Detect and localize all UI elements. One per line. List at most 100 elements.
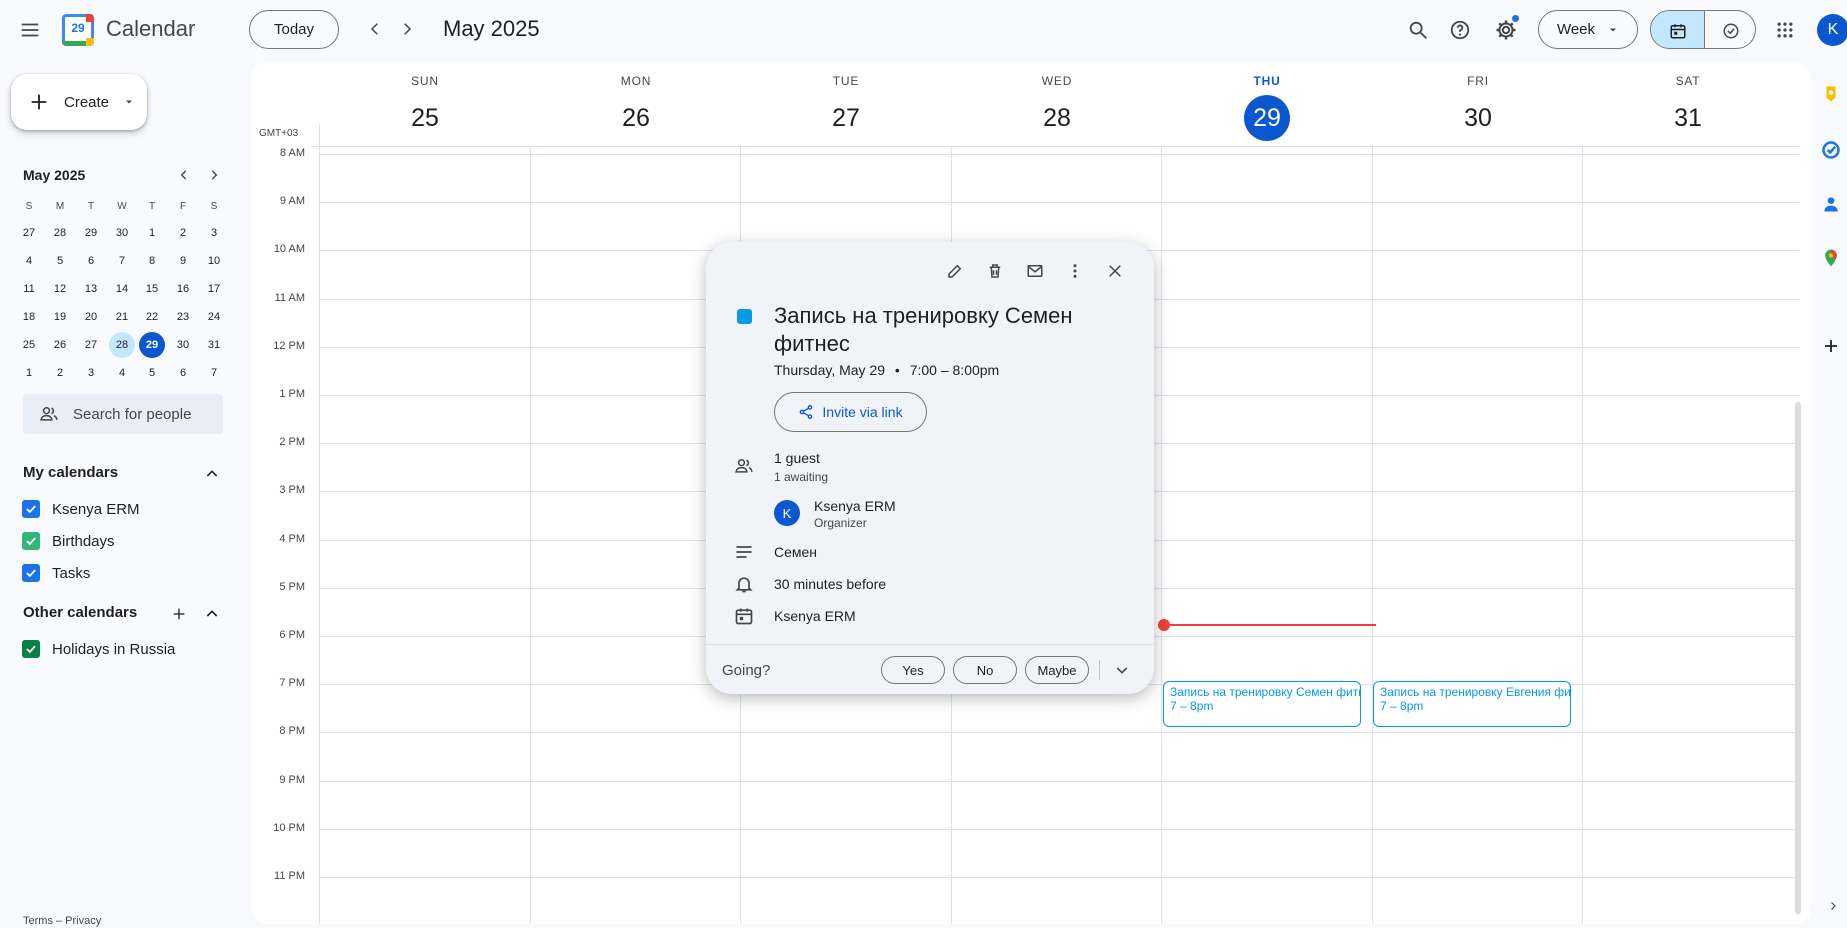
search-button[interactable] [1398,10,1438,50]
other-calendars-collapse-button[interactable] [200,602,224,626]
mini-calendar-day[interactable]: 27 [16,220,42,246]
mini-calendar-day[interactable]: 15 [139,276,165,302]
invite-via-link-button[interactable]: Invite via link [774,392,927,432]
today-button[interactable]: Today [249,10,339,49]
mini-calendar-day[interactable]: 4 [109,360,135,386]
day-number[interactable]: 25 [402,95,448,141]
next-week-button[interactable] [390,12,424,46]
calendar-list-item[interactable]: Ksenya ERM [22,495,140,523]
tasks-button[interactable] [1817,136,1845,164]
apps-launcher-button[interactable] [1765,10,1805,50]
mini-calendar-day[interactable]: 12 [47,276,73,302]
event-chip[interactable]: Запись на тренировку Семен фитнес 7 – 8p… [1163,681,1361,727]
mini-calendar-day[interactable]: 24 [201,304,227,330]
day-number[interactable]: 27 [823,95,869,141]
day-column-header[interactable]: THU 29 [1162,62,1372,146]
guest-name[interactable]: Ksenya ERM [814,498,896,514]
day-number[interactable]: 29 [1244,95,1290,141]
mini-calendar-day[interactable]: 26 [47,332,73,358]
email-guests-button[interactable] [1018,254,1052,288]
previous-week-button[interactable] [358,12,392,46]
vertical-scrollbar[interactable] [1795,402,1801,914]
day-column-header[interactable]: MON 26 [531,62,741,146]
mini-calendar-day[interactable]: 18 [16,304,42,330]
mini-calendar-day[interactable]: 22 [139,304,165,330]
keep-button[interactable] [1817,80,1845,108]
mini-calendar-day[interactable]: 30 [170,332,196,358]
my-calendars-collapse-button[interactable] [200,462,224,486]
mini-calendar-day[interactable]: 10 [201,248,227,274]
mini-calendar-day[interactable]: 23 [170,304,196,330]
calendar-checkbox[interactable] [22,564,40,582]
more-options-button[interactable] [1058,254,1092,288]
maps-button[interactable] [1817,244,1845,272]
delete-event-button[interactable] [978,254,1012,288]
settings-button[interactable] [1486,10,1526,50]
day-column-header[interactable]: SUN 25 [320,62,530,146]
terms-privacy-link[interactable]: Terms – Privacy [23,915,101,927]
help-button[interactable] [1440,10,1480,50]
mini-calendar-day[interactable]: 5 [139,360,165,386]
mini-calendar-day[interactable]: 19 [47,304,73,330]
mini-calendar-day[interactable]: 6 [170,360,196,386]
rsvp-maybe-button[interactable]: Maybe [1025,656,1089,684]
create-button[interactable]: Create [11,74,147,130]
rsvp-no-button[interactable]: No [953,656,1017,684]
hide-side-panel-button[interactable] [1823,896,1843,916]
day-column-header[interactable]: WED 28 [952,62,1162,146]
rsvp-yes-button[interactable]: Yes [881,656,945,684]
mini-calendar-day[interactable]: 28 [47,220,73,246]
mini-calendar-day[interactable]: 7 [109,248,135,274]
mini-calendar-day[interactable]: 1 [16,360,42,386]
day-column-header[interactable]: FRI 30 [1373,62,1583,146]
mini-calendar-day[interactable]: 2 [47,360,73,386]
add-other-calendar-button[interactable] [167,602,191,626]
calendar-view-button[interactable] [1651,11,1704,48]
search-people-input[interactable]: Search for people [23,394,223,434]
mini-calendar-day[interactable]: 17 [201,276,227,302]
close-popup-button[interactable] [1098,254,1132,288]
mini-calendar-day[interactable]: 3 [201,220,227,246]
view-switcher-dropdown[interactable]: Week [1538,10,1638,49]
main-menu-button[interactable] [10,10,50,50]
day-number[interactable]: 26 [613,95,659,141]
mini-calendar-day[interactable]: 4 [16,248,42,274]
mini-calendar-day[interactable]: 31 [201,332,227,358]
mini-calendar-next-button[interactable] [202,163,226,187]
contacts-button[interactable] [1817,190,1845,218]
account-avatar[interactable]: K [1817,14,1847,46]
mini-calendar-day[interactable]: 8 [139,248,165,274]
mini-calendar-day[interactable]: 25 [16,332,42,358]
rsvp-more-button[interactable] [1108,656,1136,684]
mini-calendar-day[interactable]: 16 [170,276,196,302]
calendar-checkbox[interactable] [22,500,40,518]
calendar-list-item[interactable]: Birthdays [22,527,115,555]
mini-calendar-day[interactable]: 27 [78,332,104,358]
mini-calendar-day[interactable]: 28 [109,332,135,358]
mini-calendar-day[interactable]: 5 [47,248,73,274]
calendar-logo[interactable]: 29 [62,14,94,46]
mini-calendar-day[interactable]: 7 [201,360,227,386]
other-calendars-title[interactable]: Other calendars [23,604,137,621]
mini-calendar-day[interactable]: 6 [78,248,104,274]
calendar-list-item[interactable]: Holidays in Russia [22,635,175,663]
mini-calendar-day[interactable]: 9 [170,248,196,274]
mini-calendar-prev-button[interactable] [172,163,196,187]
mini-calendar-day[interactable]: 21 [109,304,135,330]
day-number[interactable]: 30 [1455,95,1501,141]
tasks-view-button[interactable] [1704,11,1755,48]
mini-calendar-day[interactable]: 14 [109,276,135,302]
mini-calendar-day[interactable]: 30 [109,220,135,246]
mini-calendar-day[interactable]: 29 [78,220,104,246]
my-calendars-title[interactable]: My calendars [23,464,118,481]
mini-calendar-day[interactable]: 29 [139,332,165,358]
calendar-list-item[interactable]: Tasks [22,559,90,587]
get-addons-button[interactable] [1817,332,1845,360]
mini-calendar-day[interactable]: 11 [16,276,42,302]
mini-calendar-day[interactable]: 2 [170,220,196,246]
day-number[interactable]: 31 [1665,95,1711,141]
event-chip[interactable]: Запись на тренировку Евгения фитнес 7 – … [1373,681,1571,727]
mini-calendar-day[interactable]: 13 [78,276,104,302]
day-column-header[interactable]: SAT 31 [1583,62,1793,146]
calendar-checkbox[interactable] [22,640,40,658]
